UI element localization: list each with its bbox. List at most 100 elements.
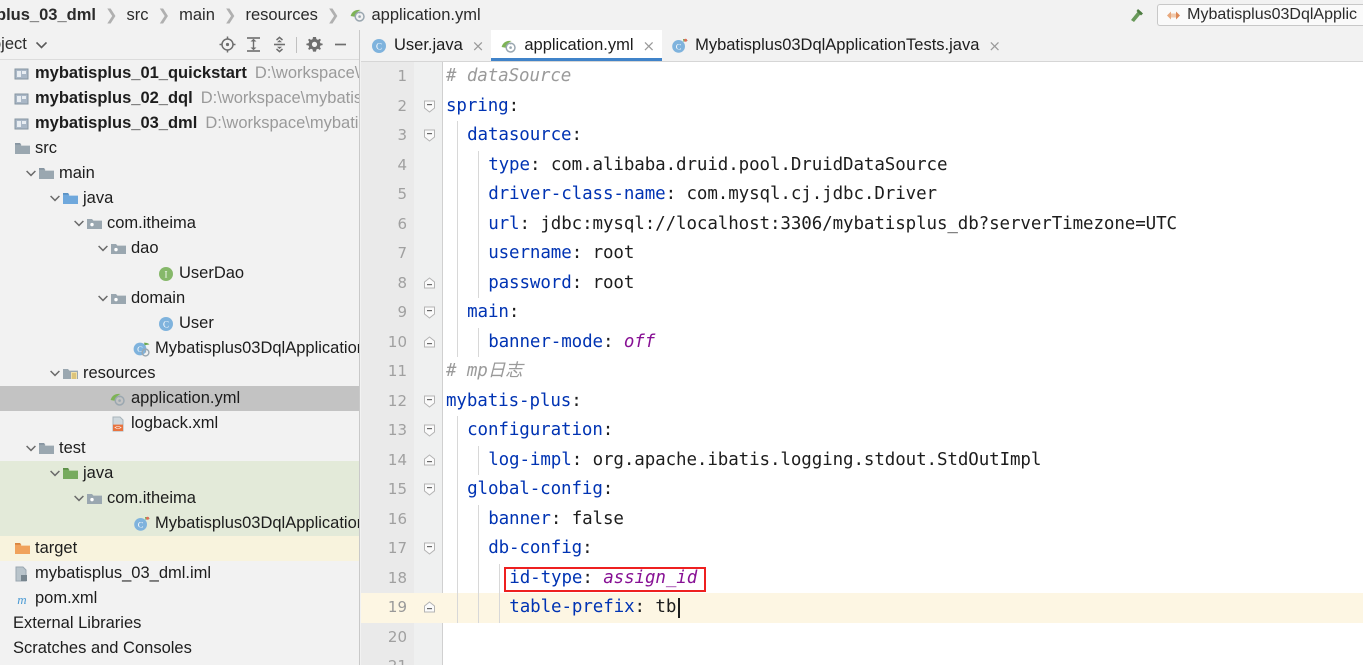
code-text[interactable]: log-impl: org.apache.ibatis.logging.stdo… <box>488 446 1041 476</box>
code-line[interactable]: 11 # mp日志 <box>361 357 1363 387</box>
code-editor[interactable]: 1 # dataSource 2 spring: 3 datasource: 4 type: … <box>361 62 1363 665</box>
code-text[interactable]: driver-class-name: com.mysql.cj.jdbc.Dri… <box>488 180 937 210</box>
tree-item-mybatisplus-01-quickstart[interactable]: mybatisplus_01_quickstart D:\workspace\my… <box>0 61 359 86</box>
fold-end-icon[interactable] <box>423 276 436 290</box>
code-text[interactable]: username: root <box>488 239 634 269</box>
chevron-down-icon[interactable] <box>35 41 47 49</box>
code-line[interactable]: 4 type: com.alibaba.druid.pool.DruidDataS… <box>361 150 1363 181</box>
tree-item-application-yml[interactable]: application.yml <box>0 386 359 411</box>
code-text[interactable]: # dataSource <box>446 62 571 92</box>
fold-collapse-icon[interactable] <box>423 129 436 142</box>
tree-item-pom-xml[interactable]: m pom.xml <box>0 586 359 611</box>
tree-item-user[interactable]: C User <box>0 311 359 336</box>
code-text[interactable]: global-config: <box>467 475 613 505</box>
tree-item-main[interactable]: main <box>0 161 359 186</box>
fold-end-icon[interactable] <box>423 453 436 467</box>
chevron-down-icon[interactable] <box>48 467 61 480</box>
hide-panel-icon[interactable] <box>327 32 353 58</box>
code-line[interactable]: 15 global-config: <box>361 475 1363 505</box>
code-lines[interactable]: 1 # dataSource 2 spring: 3 datasource: 4 type: … <box>361 62 1363 665</box>
code-line[interactable]: 13 configuration: <box>361 416 1363 446</box>
code-line[interactable]: 12 mybatis-plus: <box>361 387 1363 417</box>
chevron-down-icon[interactable] <box>72 492 85 505</box>
breadcrumb-item-main[interactable]: main <box>179 6 215 25</box>
code-text[interactable]: banner-mode: off <box>488 328 655 358</box>
fold-end-icon[interactable] <box>423 601 436 614</box>
code-line[interactable]: 18 id-type: assign_id <box>361 563 1363 593</box>
fold-collapse-icon[interactable] <box>423 395 436 408</box>
code-line[interactable]: 8 password: root <box>361 268 1363 299</box>
tree-item-mybatisplus03dqlapplication[interactable]: C Mybatisplus03DqlApplication <box>0 336 359 361</box>
tree-item-com-itheima[interactable]: com.itheima <box>0 211 359 236</box>
chevron-down-icon[interactable] <box>96 292 109 305</box>
tree-item-src[interactable]: src <box>0 136 359 161</box>
code-text[interactable]: password: root <box>488 269 634 299</box>
project-tree[interactable]: mybatisplus_01_quickstart D:\workspace\ my… <box>0 61 359 665</box>
fold-collapse-icon[interactable] <box>423 542 436 555</box>
tree-item-mybatisplus-02-dql[interactable]: mybatisplus_02_dql D:\workspace\mybatispl… <box>0 86 359 111</box>
tree-item-resources[interactable]: resources <box>0 361 359 386</box>
code-text[interactable]: table-prefix: tb <box>509 593 676 623</box>
select-opened-file-icon[interactable] <box>214 32 240 58</box>
code-text[interactable]: configuration: <box>467 416 613 446</box>
code-text[interactable]: type: com.alibaba.druid.pool.DruidDataSo… <box>488 151 947 181</box>
code-line[interactable]: 1 # dataSource <box>361 62 1363 92</box>
close-icon[interactable]: × <box>988 37 1001 55</box>
code-line[interactable]: 21 <box>361 652 1363 665</box>
code-line[interactable]: 20 <box>361 623 1363 653</box>
tree-item-java[interactable]: java <box>0 186 359 211</box>
breadcrumb-item-application-yml[interactable]: application.yml <box>349 6 481 25</box>
code-line[interactable]: 3 datasource: <box>361 121 1363 151</box>
chevron-down-icon[interactable] <box>96 242 109 255</box>
code-text[interactable]: spring: <box>446 92 519 122</box>
build-hammer-icon[interactable] <box>1123 1 1151 29</box>
code-line[interactable]: 5 driver-class-name: com.mysql.cj.jdbc.Dr… <box>361 180 1363 210</box>
chevron-down-icon[interactable] <box>48 367 61 380</box>
code-line[interactable]: 16 banner: false <box>361 504 1363 535</box>
tab-application-yml[interactable]: application.yml × <box>491 30 663 61</box>
run-configuration-selector[interactable]: Mybatisplus03DqlApplic <box>1157 4 1363 26</box>
tree-item-target[interactable]: target <box>0 536 359 561</box>
fold-collapse-icon[interactable] <box>423 483 436 496</box>
tree-item-com-itheima[interactable]: com.itheima <box>0 486 359 511</box>
chevron-down-icon[interactable] <box>24 442 37 455</box>
code-text[interactable]: mybatis-plus: <box>446 387 582 417</box>
chevron-down-icon[interactable] <box>72 217 85 230</box>
tree-item-mybatisplus-03-dml-iml[interactable]: mybatisplus_03_dml.iml <box>0 561 359 586</box>
chevron-down-icon[interactable] <box>24 167 37 180</box>
expand-all-icon[interactable] <box>240 32 266 58</box>
code-text[interactable]: url: jdbc:mysql://localhost:3306/mybatis… <box>488 210 1177 240</box>
code-line[interactable]: 19 table-prefix: tb <box>361 593 1363 623</box>
tree-item-external-libraries[interactable]: External Libraries <box>0 611 359 636</box>
settings-gear-icon[interactable] <box>301 32 327 58</box>
code-line[interactable]: 7 username: root <box>361 239 1363 269</box>
code-line[interactable]: 14 log-impl: org.apache.ibatis.logging.st… <box>361 445 1363 476</box>
code-line[interactable]: 17 db-config: <box>361 534 1363 564</box>
code-text[interactable]: main: <box>467 298 519 328</box>
breadcrumb-item-plus-03-dml[interactable]: plus_03_dml <box>0 6 96 25</box>
tab-mybatisplus03dqlapplicationtests-java[interactable]: C Mybatisplus03DqlApplicationTests.java × <box>662 30 1008 61</box>
tree-item-scratches-and-consoles[interactable]: Scratches and Consoles <box>0 636 359 661</box>
code-text[interactable]: # mp日志 <box>446 357 523 387</box>
breadcrumb-item-src[interactable]: src <box>127 6 149 25</box>
code-text[interactable]: datasource: <box>467 121 582 151</box>
tree-item-java[interactable]: java <box>0 461 359 486</box>
breadcrumb-item-resources[interactable]: resources <box>245 6 317 25</box>
project-panel-title-button[interactable]: oject <box>0 35 47 54</box>
tree-item-mybatisplus03dqlapplicationtes[interactable]: C Mybatisplus03DqlApplicationTes <box>0 511 359 536</box>
collapse-all-icon[interactable] <box>266 32 292 58</box>
code-line[interactable]: 2 spring: <box>361 92 1363 122</box>
tree-item-logback-xml[interactable]: <> logback.xml <box>0 411 359 436</box>
chevron-down-icon[interactable] <box>48 192 61 205</box>
code-text[interactable]: banner: false <box>488 505 624 535</box>
tab-user-java[interactable]: C User.java × <box>361 30 492 61</box>
tree-item-mybatisplus-03-dml[interactable]: mybatisplus_03_dml D:\workspace\mybatispl <box>0 111 359 136</box>
fold-collapse-icon[interactable] <box>423 100 436 113</box>
close-icon[interactable]: × <box>472 37 485 55</box>
code-line[interactable]: 10 banner-mode: off <box>361 327 1363 358</box>
tree-item-domain[interactable]: domain <box>0 286 359 311</box>
code-line[interactable]: 6 url: jdbc:mysql://localhost:3306/mybati… <box>361 209 1363 240</box>
tree-item-test[interactable]: test <box>0 436 359 461</box>
close-icon[interactable]: × <box>643 37 656 55</box>
code-line[interactable]: 9 main: <box>361 298 1363 328</box>
